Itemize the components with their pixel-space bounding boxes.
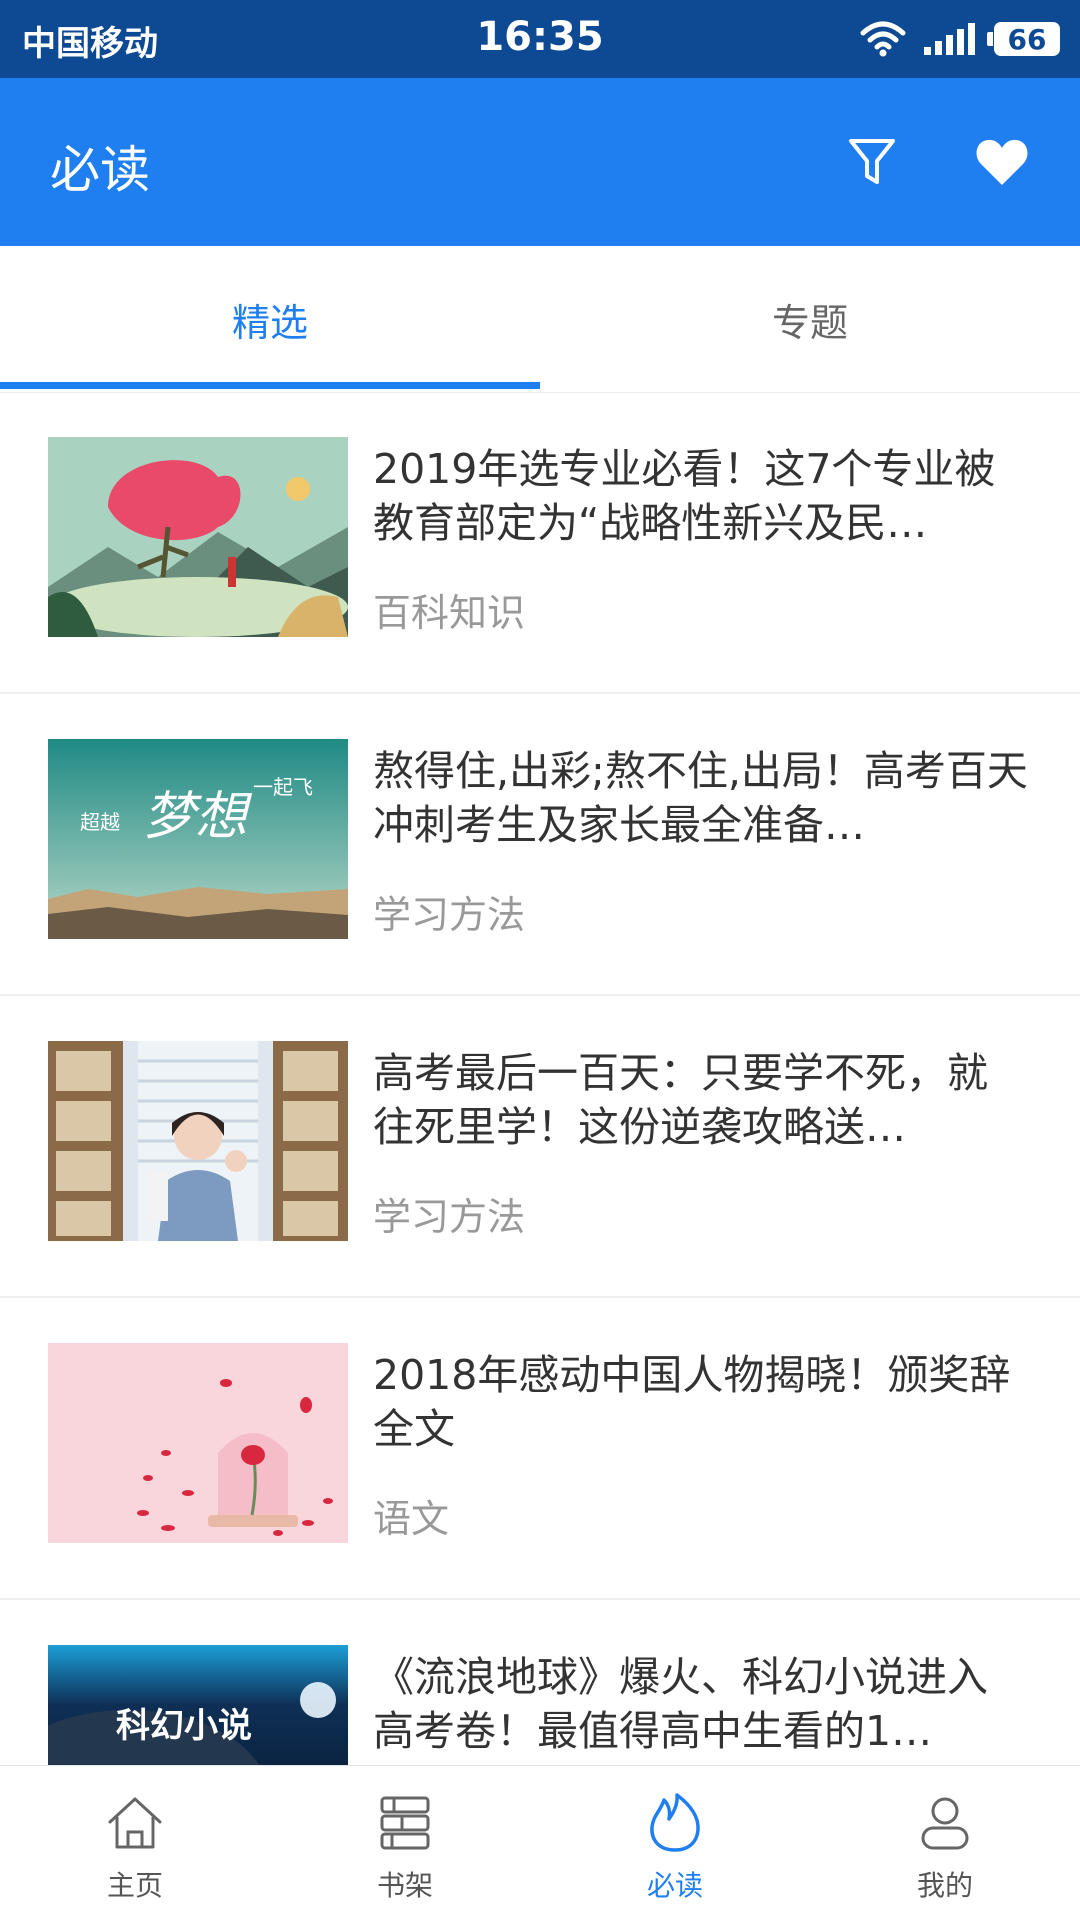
article-item[interactable]: 高考最后一百天：只要学不死，就往死里学！这份逆袭攻略送… 学习方法 bbox=[0, 996, 1080, 1298]
nav-label: 书架 bbox=[376, 1869, 433, 1902]
home-icon bbox=[108, 1797, 162, 1849]
article-item[interactable]: 超越 梦想 一起飞 熬得住,出彩;熬不住,出局！高考百天冲刺考生及家长最全准备…… bbox=[0, 694, 1080, 996]
article-item[interactable]: 科幻小说 《流浪地球》爆火、科幻小说进入高考卷！最值得高中生看的1… bbox=[0, 1600, 1080, 1765]
flame-icon bbox=[650, 1793, 700, 1852]
article-thumbnail bbox=[48, 1041, 348, 1241]
heart-icon bbox=[976, 139, 1028, 185]
person-icon bbox=[921, 1797, 969, 1850]
tab-topics[interactable]: 专题 bbox=[540, 246, 1080, 392]
article-thumbnail bbox=[48, 1343, 348, 1543]
battery-level: 66 bbox=[1007, 22, 1047, 56]
favorites-button[interactable] bbox=[970, 130, 1034, 194]
wifi-icon bbox=[860, 21, 906, 57]
article-title: 熬得住,出彩;熬不住,出局！高考百天冲刺考生及家长最全准备… bbox=[373, 747, 1028, 849]
nav-mine[interactable]: 我的 bbox=[810, 1766, 1080, 1921]
article-category: 百科知识 bbox=[373, 591, 526, 635]
article-title: 高考最后一百天：只要学不死，就往死里学！这份逆袭攻略送… bbox=[373, 1049, 988, 1151]
nav-bookshelf[interactable]: 书架 bbox=[270, 1766, 540, 1921]
thumb-text: 超越 bbox=[80, 810, 120, 834]
nav-label: 必读 bbox=[646, 1869, 703, 1902]
filter-button[interactable] bbox=[840, 130, 904, 194]
bottom-nav: 主页 书架 必读 我的 bbox=[0, 1765, 1080, 1921]
tab-indicator bbox=[0, 382, 540, 389]
thumb-text: 一起飞 bbox=[253, 775, 313, 799]
thumb-text: 科幻小说 bbox=[116, 1706, 252, 1746]
thumb-text: 梦想 bbox=[143, 787, 253, 847]
nav-must-read[interactable]: 必读 bbox=[540, 1766, 810, 1921]
nav-label: 主页 bbox=[106, 1869, 163, 1902]
article-thumbnail: 科幻小说 bbox=[48, 1645, 348, 1765]
article-thumbnail: 超越 梦想 一起飞 bbox=[48, 739, 348, 939]
page-title: 必读 bbox=[50, 141, 150, 199]
signal-icon bbox=[924, 23, 975, 55]
nav-home[interactable]: 主页 bbox=[0, 1766, 270, 1921]
status-icons: 66 bbox=[860, 18, 1060, 60]
filter-icon bbox=[849, 139, 895, 184]
article-item[interactable]: 2019年选专业必看！这7个专业被教育部定为“战略性新兴及民… 百科知识 bbox=[0, 392, 1080, 694]
nav-label: 我的 bbox=[916, 1869, 973, 1902]
battery-icon: 66 bbox=[987, 22, 1060, 56]
article-item[interactable]: 2018年感动中国人物揭晓！颁奖辞全文 语文 bbox=[0, 1298, 1080, 1600]
article-list[interactable]: 2019年选专业必看！这7个专业被教育部定为“战略性新兴及民… 百科知识 超越 … bbox=[0, 392, 1080, 1765]
article-title: 2019年选专业必看！这7个专业被教育部定为“战略性新兴及民… bbox=[373, 445, 996, 547]
tab-featured[interactable]: 精选 bbox=[0, 246, 540, 392]
article-category: 学习方法 bbox=[373, 1195, 526, 1239]
article-category: 学习方法 bbox=[373, 893, 526, 937]
article-thumbnail bbox=[48, 437, 348, 637]
article-title: 《流浪地球》爆火、科幻小说进入高考卷！最值得高中生看的1… bbox=[373, 1653, 988, 1755]
tab-bar: 精选 专题 bbox=[0, 246, 1080, 393]
status-bar: 中国移动 16:35 66 bbox=[0, 0, 1080, 78]
bookshelf-icon bbox=[380, 1796, 430, 1850]
article-title: 2018年感动中国人物揭晓！颁奖辞全文 bbox=[373, 1351, 1011, 1453]
app-bar: 必读 bbox=[0, 78, 1080, 246]
article-category: 语文 bbox=[373, 1497, 450, 1541]
